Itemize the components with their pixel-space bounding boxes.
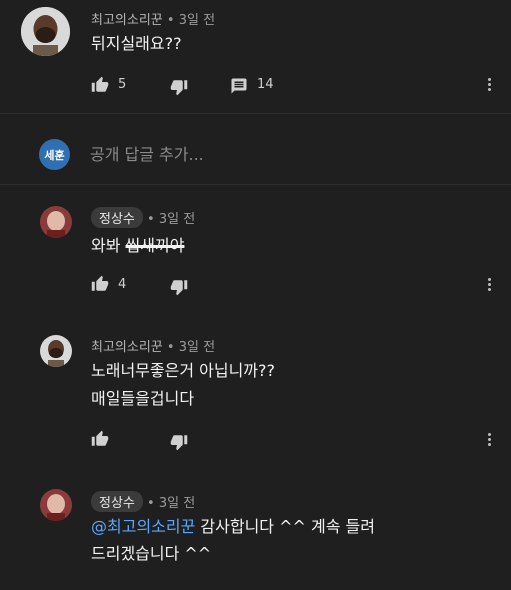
thumb-up-icon xyxy=(91,76,109,92)
comment-meta: 정상수 • 3일 전 xyxy=(91,491,195,512)
replies-button[interactable] xyxy=(230,77,248,95)
comment-text-line1: @최고의소리꾼 감사합니다 ^^ 계속 들려 xyxy=(91,514,375,540)
comment-time[interactable]: 3일 전 xyxy=(159,496,195,511)
comment-meta: 최고의소리꾼 • 3일 전 xyxy=(91,9,215,28)
comment-text-struck: 씹새끼야 xyxy=(125,236,185,255)
comment-text-line2: 드리겠습니다 ^^ xyxy=(91,544,212,563)
mention-link[interactable]: @최고의소리꾼 xyxy=(91,517,195,536)
thumb-down-icon xyxy=(170,80,188,96)
comment-time[interactable]: 3일 전 xyxy=(179,340,215,355)
dislike-button[interactable] xyxy=(170,78,188,96)
comment-author[interactable]: 최고의소리꾼 xyxy=(91,340,163,355)
separator: • xyxy=(147,496,155,511)
avatar[interactable] xyxy=(40,206,72,238)
avatar[interactable] xyxy=(21,7,70,56)
divider xyxy=(0,184,511,185)
comment-text-rest: 감사합니다 ^^ 계속 들려 xyxy=(195,517,375,536)
divider xyxy=(0,113,511,114)
user-avatar: 세훈 xyxy=(39,139,70,170)
dislike-button[interactable] xyxy=(170,278,188,296)
separator: • xyxy=(166,340,175,355)
reply-count: 14 xyxy=(257,77,274,92)
more-vert-icon[interactable] xyxy=(488,78,492,93)
avatar[interactable] xyxy=(40,335,72,367)
like-count: 5 xyxy=(118,77,127,92)
comment-time[interactable]: 3일 전 xyxy=(179,13,215,28)
reply-icon xyxy=(231,78,247,94)
reply-input[interactable]: 공개 답글 추가... xyxy=(90,141,204,165)
like-button[interactable] xyxy=(91,76,109,94)
like-count: 4 xyxy=(118,277,127,292)
comment-author[interactable]: 정상수 xyxy=(91,491,143,512)
comment-author[interactable]: 정상수 xyxy=(91,207,143,228)
comment-text: 와봐 씹새끼야 xyxy=(91,233,184,259)
dislike-button[interactable] xyxy=(170,433,188,451)
separator: • xyxy=(147,212,155,227)
comment-text-line1: 노래너무좋은거 아닙니까?? xyxy=(91,361,275,380)
avatar[interactable] xyxy=(40,489,72,521)
like-button[interactable] xyxy=(91,430,109,448)
separator: • xyxy=(166,13,175,28)
comment-text-line2: 매일들을겁니다 xyxy=(91,389,195,408)
comment-meta: 정상수 • 3일 전 xyxy=(91,207,195,228)
comment-time[interactable]: 3일 전 xyxy=(159,212,195,227)
like-button[interactable] xyxy=(91,275,109,293)
comment-text: 뒤지실래요?? xyxy=(91,34,182,53)
more-vert-icon[interactable] xyxy=(488,278,492,293)
comment-text-plain: 와봐 xyxy=(91,236,126,255)
thumb-up-icon xyxy=(91,430,109,446)
thumb-down-icon xyxy=(170,280,188,296)
comment-author[interactable]: 최고의소리꾼 xyxy=(91,13,163,28)
thumb-up-icon xyxy=(91,275,109,291)
thumb-down-icon xyxy=(170,435,188,451)
more-vert-icon[interactable] xyxy=(488,433,492,448)
comment-meta: 최고의소리꾼 • 3일 전 xyxy=(91,336,215,355)
